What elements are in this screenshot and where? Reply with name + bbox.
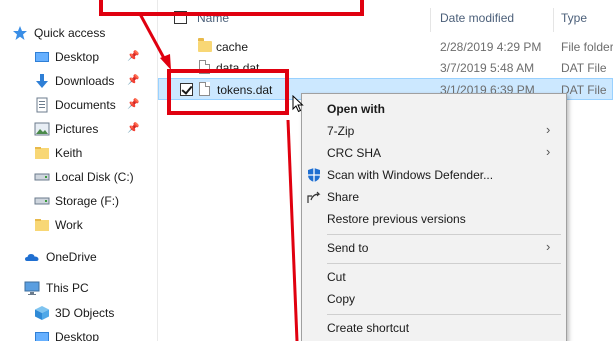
file-date: 3/7/2019 5:48 AM bbox=[440, 61, 535, 75]
menu-label: Copy bbox=[327, 292, 356, 306]
mouse-cursor-icon bbox=[292, 95, 304, 113]
nav-item-storage[interactable]: Storage (F:) bbox=[0, 190, 158, 212]
menu-label: Share bbox=[327, 190, 360, 204]
navigation-pane: Quick access Desktop 📌 Downloads 📌 Docum… bbox=[0, 0, 158, 341]
file-row-cache[interactable]: cache 2/28/2019 4:29 PM File folder bbox=[158, 36, 613, 57]
nav-label: Work bbox=[55, 218, 83, 232]
file-type: File folder bbox=[561, 40, 613, 54]
menu-label: 7-Zip bbox=[327, 124, 355, 138]
menu-label: Restore previous versions bbox=[327, 212, 466, 226]
file-date: 2/28/2019 4:29 PM bbox=[440, 40, 542, 54]
pin-icon[interactable]: 📌 bbox=[127, 123, 139, 135]
menu-item-create-shortcut[interactable]: Create shortcut bbox=[302, 317, 566, 339]
nav-item-local-disk[interactable]: Local Disk (C:) bbox=[0, 166, 158, 188]
cloud-icon bbox=[24, 249, 40, 265]
menu-item-crc-sha[interactable]: CRC SHA › bbox=[302, 142, 566, 164]
menu-item-restore-versions[interactable]: Restore previous versions bbox=[302, 208, 566, 230]
column-divider[interactable] bbox=[430, 8, 431, 32]
column-type[interactable]: Type bbox=[561, 11, 587, 25]
document-icon bbox=[34, 97, 50, 113]
nav-item-documents[interactable]: Documents 📌 bbox=[0, 94, 158, 116]
nav-label: Documents bbox=[55, 98, 116, 112]
pin-icon[interactable]: 📌 bbox=[127, 99, 139, 111]
desktop-icon bbox=[34, 329, 50, 341]
folder-icon bbox=[34, 217, 50, 233]
nav-label: Quick access bbox=[34, 26, 106, 40]
menu-label: Open with bbox=[327, 102, 385, 116]
nav-label: Desktop bbox=[55, 330, 100, 341]
nav-label: Downloads bbox=[55, 74, 115, 88]
menu-item-share[interactable]: Share bbox=[302, 186, 566, 208]
menu-label: Create shortcut bbox=[327, 321, 410, 335]
menu-item-open-with[interactable]: Open with bbox=[302, 98, 566, 120]
desktop-icon bbox=[34, 49, 50, 65]
nav-item-onedrive[interactable]: OneDrive bbox=[0, 246, 158, 268]
nav-item-downloads[interactable]: Downloads 📌 bbox=[0, 70, 158, 92]
nav-label: Storage (F:) bbox=[55, 194, 120, 208]
chevron-right-icon: › bbox=[546, 239, 551, 254]
menu-item-cut[interactable]: Cut bbox=[302, 266, 566, 288]
column-date-modified[interactable]: Date modified bbox=[440, 11, 514, 25]
annotation-box-top bbox=[99, 0, 364, 16]
nav-label: Pictures bbox=[55, 122, 99, 136]
context-menu: Open with 7-Zip › CRC SHA › Scan with Wi… bbox=[301, 93, 567, 341]
menu-separator bbox=[327, 263, 561, 264]
nav-label: Desktop bbox=[55, 50, 100, 64]
nav-label: Keith bbox=[55, 146, 83, 160]
shield-icon bbox=[306, 167, 322, 183]
menu-item-send-to[interactable]: Send to › bbox=[302, 237, 566, 259]
menu-separator bbox=[327, 314, 561, 315]
menu-label: Send to bbox=[327, 241, 369, 255]
nav-label: Local Disk (C:) bbox=[55, 170, 134, 184]
file-name: cache bbox=[216, 40, 249, 54]
nav-item-desktop-pc[interactable]: Desktop bbox=[0, 326, 158, 341]
computer-icon bbox=[24, 280, 40, 296]
nav-item-keith[interactable]: Keith bbox=[0, 142, 158, 164]
menu-item-copy[interactable]: Copy bbox=[302, 288, 566, 310]
pin-icon[interactable]: 📌 bbox=[127, 75, 139, 87]
file-type: DAT File bbox=[561, 61, 607, 75]
annotation-box-tokens bbox=[167, 69, 289, 115]
nav-item-desktop[interactable]: Desktop 📌 bbox=[0, 46, 158, 68]
nav-item-3d-objects[interactable]: 3D Objects bbox=[0, 302, 158, 324]
nav-item-this-pc[interactable]: This PC bbox=[0, 277, 158, 299]
menu-label: Cut bbox=[327, 270, 346, 284]
cube-icon bbox=[34, 305, 50, 321]
drive-icon bbox=[34, 169, 50, 185]
picture-icon bbox=[34, 121, 50, 137]
menu-item-7zip[interactable]: 7-Zip › bbox=[302, 120, 566, 142]
menu-label: Scan with Windows Defender... bbox=[327, 168, 494, 182]
nav-label: OneDrive bbox=[46, 250, 97, 264]
nav-item-quick-access[interactable]: Quick access bbox=[0, 22, 158, 44]
folder-icon bbox=[198, 38, 212, 52]
nav-label: This PC bbox=[46, 281, 89, 295]
menu-separator bbox=[327, 234, 561, 235]
menu-item-scan-defender[interactable]: Scan with Windows Defender... bbox=[302, 164, 566, 186]
nav-label: 3D Objects bbox=[55, 306, 115, 320]
drive-icon bbox=[34, 193, 50, 209]
chevron-right-icon: › bbox=[546, 144, 551, 159]
pin-icon[interactable]: 📌 bbox=[127, 51, 139, 63]
folder-icon bbox=[34, 145, 50, 161]
nav-item-pictures[interactable]: Pictures 📌 bbox=[0, 118, 158, 140]
share-icon bbox=[306, 189, 322, 205]
star-icon bbox=[12, 25, 28, 41]
download-arrow-icon bbox=[34, 73, 50, 89]
menu-label: CRC SHA bbox=[327, 146, 382, 160]
nav-item-work[interactable]: Work bbox=[0, 214, 158, 236]
chevron-right-icon: › bbox=[546, 122, 551, 137]
column-divider[interactable] bbox=[553, 8, 554, 32]
file-type: DAT File bbox=[561, 83, 607, 97]
